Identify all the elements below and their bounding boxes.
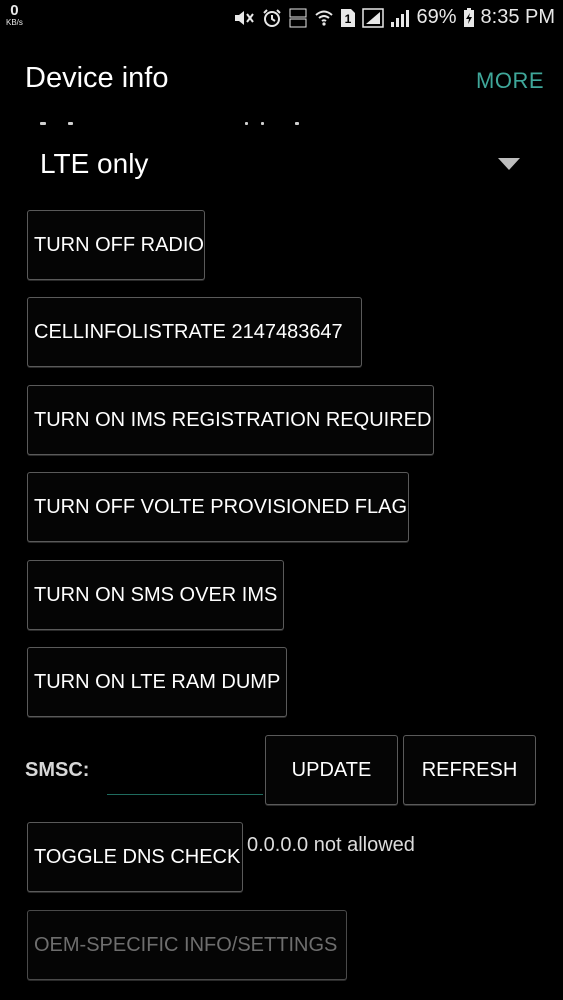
scrolled-label-remnant [40,113,300,129]
wifi-icon [314,8,334,28]
dropdown-arrow-icon [498,158,520,170]
network-type-dropdown[interactable]: LTE only [40,140,530,188]
network-speed-value: 0 [10,2,19,19]
clock: 8:35 PM [480,6,555,28]
page-title: Device info [25,62,169,94]
network-type-selected: LTE only [40,148,149,179]
signal-icon [390,8,410,28]
lte-ram-dump-button[interactable]: TURN ON LTE RAM DUMP [27,647,287,717]
refresh-button[interactable]: REFRESH [403,735,536,805]
volte-provisioned-flag-button[interactable]: TURN OFF VOLTE PROVISIONED FLAG [27,472,409,542]
status-icons: 1 69% 8:35 PM [232,6,555,29]
oem-settings-button[interactable]: OEM-SPECIFIC INFO/SETTINGS [27,910,347,980]
battery-percent: 69% [416,6,457,28]
turn-off-radio-button[interactable]: TURN OFF RADIO [27,210,205,280]
volte-icon [288,7,308,29]
update-button[interactable]: UPDATE [265,735,398,805]
smsc-label: SMSC: [25,759,90,781]
sim-slot-number: 1 [345,12,352,26]
sms-over-ims-button[interactable]: TURN ON SMS OVER IMS [27,560,284,630]
network-speed-indicator: 0 KB/s [6,3,23,27]
device-info-screen: 0 KB/s 1 69% 8:35 PM Device info MORE LT… [0,0,563,1000]
ims-registration-button[interactable]: TURN ON IMS REGISTRATION REQUIRED [27,385,434,455]
dns-check-status: 0.0.0.0 not allowed [247,834,415,856]
battery-charging-icon [463,7,475,28]
network-speed-unit: KB/s [6,18,23,27]
signal-icon [362,7,385,28]
alarm-icon [262,8,282,28]
more-menu-button[interactable]: MORE [476,68,544,94]
sim-icon: 1 [340,8,356,28]
toggle-dns-check-button[interactable]: TOGGLE DNS CHECK [27,822,243,892]
cellinfo-list-rate-button[interactable]: CELLINFOLISTRATE 2147483647 [27,297,362,367]
mute-icon [232,8,256,28]
status-bar: 0 KB/s 1 69% 8:35 PM [0,0,563,36]
smsc-input[interactable] [107,757,263,795]
